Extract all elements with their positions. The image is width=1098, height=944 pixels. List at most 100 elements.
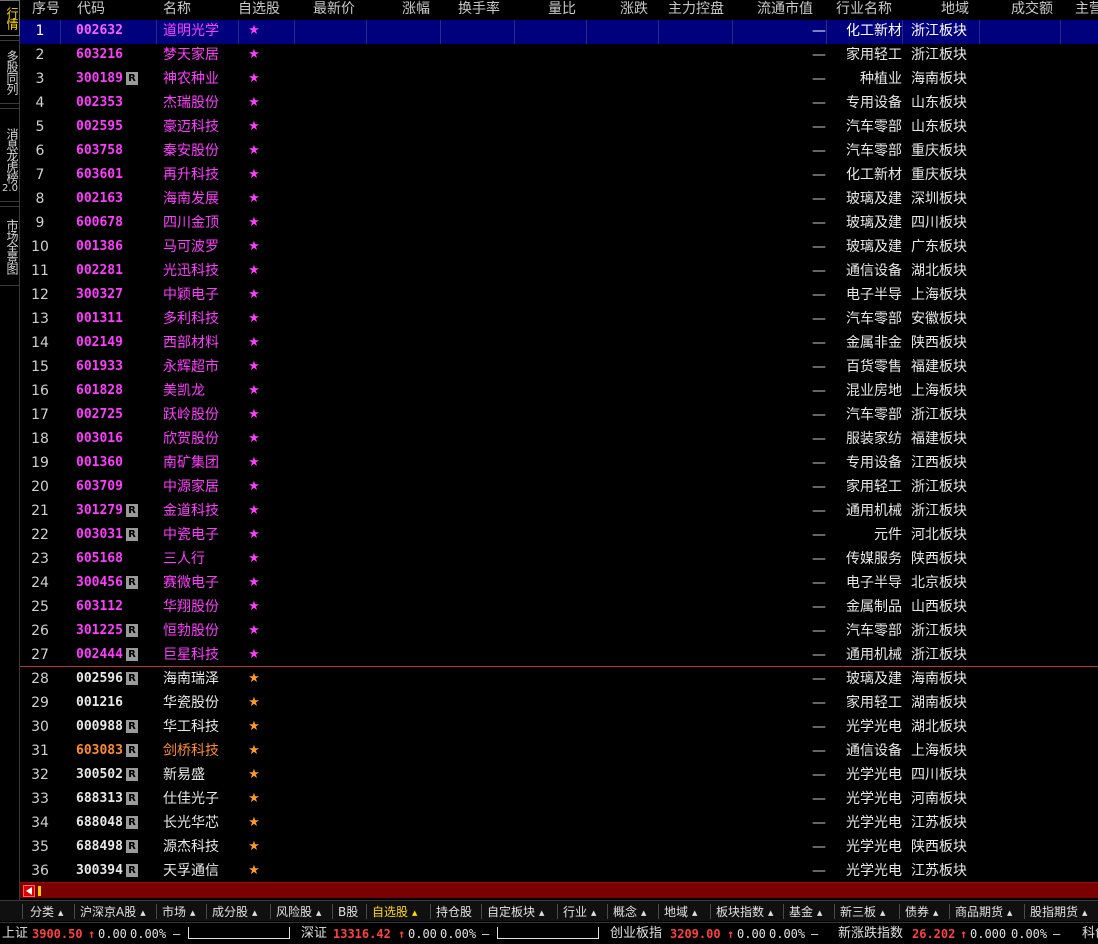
watchlist-star-icon[interactable]: ★: [244, 332, 264, 356]
table-row[interactable]: 30 000988 R 华工科技 ★ — 光学光电 湖北板块: [20, 716, 1098, 740]
kc-index-label[interactable]: 科创: [1082, 924, 1098, 944]
xz-index-label[interactable]: 新涨跌指数: [838, 924, 903, 944]
watchlist-star-icon[interactable]: ★: [244, 572, 264, 596]
vtab-quotes[interactable]: 行情: [0, 0, 20, 36]
table-row[interactable]: 33 688313 R 仕佳光子 ★ — 光学光电 河南板块: [20, 788, 1098, 812]
table-row[interactable]: 27 002444 R 巨星科技 ★ — 通用机械 浙江板块: [20, 644, 1098, 668]
watchlist-star-icon[interactable]: ★: [244, 356, 264, 380]
table-row[interactable]: 18 003016 欣贺股份 ★ — 服装家纺 福建板块: [20, 428, 1098, 452]
table-row[interactable]: 14 002149 西部材料 ★ — 金属非金 陕西板块: [20, 332, 1098, 356]
col-header-index[interactable]: 序号: [32, 0, 60, 20]
watchlist-star-icon[interactable]: ★: [244, 476, 264, 500]
tab-risk-stocks[interactable]: 风险股 ▲: [276, 903, 321, 921]
table-row[interactable]: 31 603083 R 剑桥科技 ★ — 通信设备 上海板块: [20, 740, 1098, 764]
table-row[interactable]: 11 002281 光迅科技 ★ — 通信设备 湖北板块: [20, 260, 1098, 284]
tab-b-share[interactable]: B股: [338, 903, 358, 921]
col-header-watchlist[interactable]: 自选股: [238, 0, 280, 20]
tab-new-third-board[interactable]: 新三板 ▲: [840, 903, 885, 921]
tab-hs-a-share[interactable]: 沪深京A股 ▲: [80, 903, 146, 921]
watchlist-star-icon[interactable]: ★: [244, 548, 264, 572]
tab-constituents[interactable]: 成分股 ▲: [212, 903, 257, 921]
table-row[interactable]: 25 603112 华翔股份 ★ — 金属制品 山西板块: [20, 596, 1098, 620]
col-header-volume-ratio[interactable]: 量比: [548, 0, 576, 20]
watchlist-star-icon[interactable]: ★: [244, 524, 264, 548]
watchlist-star-icon[interactable]: ★: [244, 836, 264, 860]
table-row[interactable]: 2 603216 梦天家居 ★ — 家用轻工 浙江板块: [20, 44, 1098, 68]
table-row[interactable]: 29 001216 华瓷股份 ★ — 家用轻工 湖南板块: [20, 692, 1098, 716]
watchlist-star-icon[interactable]: ★: [244, 620, 264, 644]
col-header-name[interactable]: 名称: [163, 0, 191, 20]
col-header-float-cap[interactable]: 流通市值: [757, 0, 813, 20]
watchlist-star-icon[interactable]: ★: [244, 452, 264, 476]
watchlist-star-icon[interactable]: ★: [244, 140, 264, 164]
scroll-left-button[interactable]: [23, 885, 35, 897]
watchlist-star-icon[interactable]: ★: [244, 740, 264, 764]
watchlist-star-icon[interactable]: ★: [244, 812, 264, 836]
watchlist-star-icon[interactable]: ★: [244, 596, 264, 620]
watchlist-star-icon[interactable]: ★: [244, 716, 264, 740]
col-header-turnover[interactable]: 换手率: [458, 0, 500, 20]
table-row[interactable]: 15 601933 永辉超市 ★ — 百货零售 福建板块: [20, 356, 1098, 380]
watchlist-star-icon[interactable]: ★: [244, 692, 264, 716]
watchlist-star-icon[interactable]: ★: [244, 92, 264, 116]
tab-index-futures[interactable]: 股指期货 ▲: [1030, 903, 1087, 921]
watchlist-star-icon[interactable]: ★: [244, 212, 264, 236]
table-row[interactable]: 34 688048 R 长光华芯 ★ — 光学光电 江苏板块: [20, 812, 1098, 836]
watchlist-star-icon[interactable]: ★: [244, 260, 264, 284]
table-row[interactable]: 21 301279 R 金道科技 ★ — 通用机械 浙江板块: [20, 500, 1098, 524]
tab-holdings[interactable]: 持仓股: [436, 903, 472, 921]
watchlist-star-icon[interactable]: ★: [244, 68, 264, 92]
watchlist-star-icon[interactable]: ★: [244, 860, 264, 882]
watchlist-star-icon[interactable]: ★: [244, 428, 264, 452]
table-row[interactable]: 35 688498 R 源杰科技 ★ — 光学光电 陕西板块: [20, 836, 1098, 860]
watchlist-star-icon[interactable]: ★: [244, 284, 264, 308]
watchlist-star-icon[interactable]: ★: [244, 188, 264, 212]
table-row[interactable]: 26 301225 R 恒勃股份 ★ — 汽车零部 浙江板块: [20, 620, 1098, 644]
horizontal-scrollbar[interactable]: [20, 882, 1098, 898]
col-header-industry[interactable]: 行业名称: [836, 0, 892, 20]
watchlist-star-icon[interactable]: ★: [244, 20, 264, 44]
tab-bonds[interactable]: 债券 ▲: [905, 903, 938, 921]
table-row[interactable]: 10 001386 马可波罗 ★ — 玻璃及建 广东板块: [20, 236, 1098, 260]
tab-watchlist[interactable]: 自选股 ▲: [372, 903, 417, 921]
table-row[interactable]: 20 603709 中源家居 ★ — 家用轻工 浙江板块: [20, 476, 1098, 500]
watchlist-star-icon[interactable]: ★: [244, 164, 264, 188]
col-header-change[interactable]: 涨跌: [620, 0, 648, 20]
watchlist-star-icon[interactable]: ★: [244, 236, 264, 260]
watchlist-star-icon[interactable]: ★: [244, 788, 264, 812]
table-row[interactable]: 28 002596 R 海南瑞泽 ★ — 玻璃及建 海南板块: [20, 668, 1098, 692]
cy-index-label[interactable]: 创业板指: [610, 924, 662, 944]
watchlist-star-icon[interactable]: ★: [244, 668, 264, 692]
table-row[interactable]: 8 002163 海南发展 ★ — 玻璃及建 深圳板块: [20, 188, 1098, 212]
table-row[interactable]: 13 001311 多利科技 ★ — 汽车零部 安徽板块: [20, 308, 1098, 332]
vtab-multi-stock[interactable]: 多股同列: [0, 40, 20, 104]
watchlist-star-icon[interactable]: ★: [244, 44, 264, 68]
tab-sector-index[interactable]: 板块指数 ▲: [716, 903, 773, 921]
watchlist-star-icon[interactable]: ★: [244, 380, 264, 404]
tab-commodity-futures[interactable]: 商品期货 ▲: [955, 903, 1012, 921]
sz-index-label[interactable]: 深证: [301, 924, 327, 944]
table-row[interactable]: 1 002632 道明光学 ★ — 化工新材 浙江板块: [20, 20, 1098, 44]
col-header-region[interactable]: 地域: [941, 0, 969, 20]
col-header-main-control[interactable]: 主力控盘: [668, 0, 724, 20]
tab-market[interactable]: 市场 ▲: [162, 903, 195, 921]
col-header-amount[interactable]: 成交额: [1011, 0, 1053, 20]
table-row[interactable]: 16 601828 美凯龙 ★ — 混业房地 上海板块: [20, 380, 1098, 404]
table-row[interactable]: 5 002595 豪迈科技 ★ — 汽车零部 山东板块: [20, 116, 1098, 140]
col-header-change-pct[interactable]: 涨幅: [402, 0, 430, 20]
table-row[interactable]: 32 300502 R 新易盛 ★ — 光学光电 四川板块: [20, 764, 1098, 788]
tab-funds[interactable]: 基金 ▲: [789, 903, 822, 921]
col-header-last-price[interactable]: 最新价: [313, 0, 355, 20]
watchlist-star-icon[interactable]: ★: [244, 308, 264, 332]
watchlist-star-icon[interactable]: ★: [244, 764, 264, 788]
tab-concept[interactable]: 概念 ▲: [613, 903, 646, 921]
tab-category[interactable]: 分类 ▲: [30, 903, 63, 921]
table-row[interactable]: 6 603758 秦安股份 ★ — 汽车零部 重庆板块: [20, 140, 1098, 164]
table-row[interactable]: 36 300394 R 天孚通信 ★ — 光学光电 江苏板块: [20, 860, 1098, 882]
vtab-market-panorama[interactable]: 市场全景图: [0, 206, 20, 286]
tab-custom-sector[interactable]: 自定板块 ▲: [487, 903, 544, 921]
watchlist-star-icon[interactable]: ★: [244, 500, 264, 524]
table-row[interactable]: 9 600678 四川金顶 ★ — 玻璃及建 四川板块: [20, 212, 1098, 236]
col-header-main-business[interactable]: 主营: [1075, 0, 1098, 20]
table-row[interactable]: 23 605168 三人行 ★ — 传媒服务 陕西板块: [20, 548, 1098, 572]
